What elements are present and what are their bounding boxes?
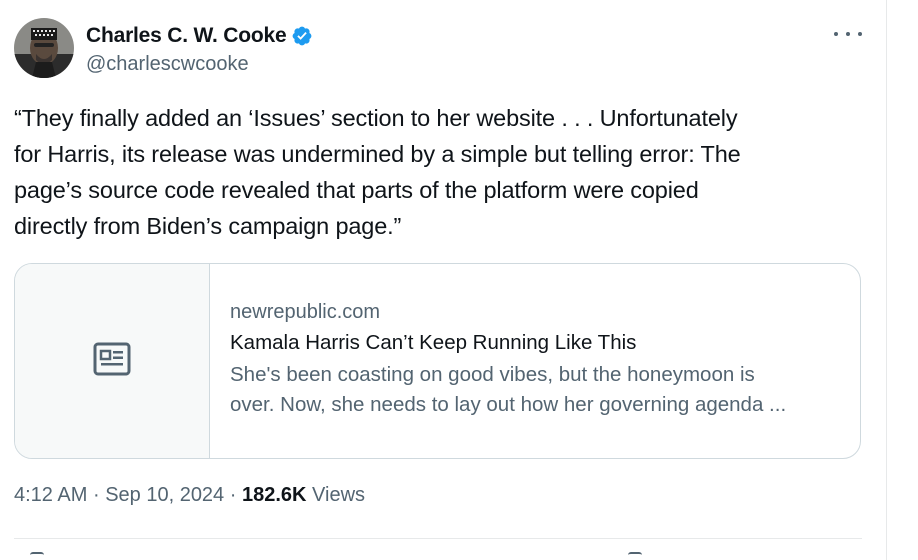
display-name-row: Charles C. W. Cooke (86, 21, 313, 51)
tweet-text-line: directly from Biden’s campaign page.” (14, 213, 402, 239)
tweet-date[interactable]: Sep 10, 2024 (105, 484, 224, 506)
link-card-body: newrepublic.com Kamala Harris Can’t Keep… (210, 264, 840, 458)
link-card[interactable]: newrepublic.com Kamala Harris Can’t Keep… (14, 263, 861, 459)
reply-icon[interactable] (30, 552, 44, 560)
avatar[interactable] (14, 18, 74, 78)
tweet-text-line: for Harris, its release was undermined b… (14, 141, 741, 167)
tweet: Charles C. W. Cooke @charlescwcooke “The… (0, 0, 918, 560)
column-border (886, 0, 887, 560)
tweet-meta: 4:12 AM · Sep 10, 2024 · 182.6K Views (14, 484, 365, 507)
divider (14, 538, 862, 539)
author-handle[interactable]: @charlescwcooke (86, 53, 313, 76)
tweet-time[interactable]: 4:12 AM (14, 484, 87, 506)
author-names: Charles C. W. Cooke @charlescwcooke (86, 21, 313, 76)
tweet-text-line: page’s source code revealed that parts o… (14, 177, 699, 203)
link-card-thumbnail (15, 264, 210, 458)
more-dot (858, 32, 862, 36)
link-card-title: Kamala Harris Can’t Keep Running Like Th… (230, 331, 637, 354)
display-name[interactable]: Charles C. W. Cooke (86, 24, 287, 48)
verified-badge-icon[interactable] (291, 25, 313, 47)
tweet-text-line: “They finally added an ‘Issues’ section … (14, 105, 738, 131)
tweet-text: “They finally added an ‘Issues’ section … (14, 100, 874, 244)
newspaper-icon (93, 342, 131, 381)
link-card-description-line: She's been coasting on good vibes, but t… (230, 363, 755, 386)
bookmark-icon[interactable] (628, 552, 642, 560)
views-label: Views (312, 484, 366, 506)
more-icon[interactable] (834, 24, 862, 44)
more-dot (834, 32, 838, 36)
meta-separator: · (92, 484, 100, 506)
link-card-description: She's been coasting on good vibes, but t… (230, 360, 840, 420)
views-count: 182.6K (241, 484, 307, 506)
more-dot (846, 32, 850, 36)
link-card-description-line: over. Now, she needs to lay out how her … (230, 393, 787, 416)
meta-separator: · (229, 484, 237, 506)
tweet-header: Charles C. W. Cooke @charlescwcooke (14, 18, 313, 78)
link-card-domain: newrepublic.com (230, 301, 381, 323)
